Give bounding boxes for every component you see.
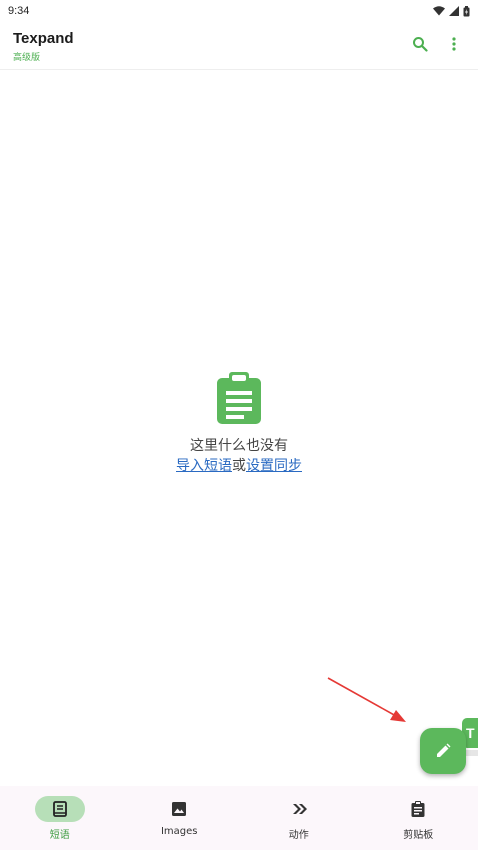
nav-icon-indicator [34, 796, 85, 822]
status-icons [433, 5, 470, 17]
signal-icon [449, 6, 459, 16]
pencil-icon [437, 743, 451, 757]
nav-item-clipboard[interactable]: 剪贴板 [359, 786, 478, 850]
app-subtitle: 高级版 [13, 53, 41, 63]
add-phrase-fab[interactable] [420, 728, 466, 774]
empty-actions: 导入短语或设置同步 [0, 456, 478, 476]
nav-label-clipboard: 剪贴板 [403, 830, 434, 841]
image-icon [172, 802, 187, 816]
nav-icon-wrap [274, 796, 324, 822]
search-icon [413, 37, 428, 52]
wifi-icon [433, 6, 445, 16]
import-phrases-link[interactable]: 导入短语 [176, 458, 232, 474]
book-icon [52, 801, 67, 817]
empty-separator: 或 [232, 458, 246, 474]
battery-icon [463, 5, 470, 16]
nav-label-actions: 动作 [288, 830, 309, 841]
empty-message: 这里什么也没有 [190, 438, 288, 454]
nav-icon-wrap [393, 796, 443, 822]
nav-item-actions[interactable]: 动作 [239, 786, 359, 850]
app-bar: Texpand 高级版 [0, 22, 478, 70]
more-options-button[interactable] [444, 34, 464, 54]
nav-item-phrases[interactable]: 短语 [0, 786, 120, 850]
status-bar: 9:34 [0, 0, 478, 22]
red-arrow-annotation [327, 677, 406, 722]
status-time: 9:34 [8, 5, 30, 17]
double-chevron-icon [292, 804, 307, 814]
clipboard-text-icon [217, 372, 261, 424]
bottom-nav: 短语 Images 动作 剪贴板 [0, 786, 478, 850]
clipboard-icon [411, 801, 425, 817]
nav-label-images: Images [160, 826, 198, 837]
empty-state: 这里什么也没有 导入短语或设置同步 [0, 372, 478, 476]
setup-sync-link[interactable]: 设置同步 [246, 458, 302, 474]
app-title: Texpand [13, 30, 74, 47]
nav-item-images[interactable]: Images [120, 786, 240, 850]
floating-tag-letter: T [466, 725, 475, 741]
screen: 9:34 Texpand 高级版 这里什么也没有 导入短语或设置同步 T 短语 … [0, 0, 478, 850]
search-button[interactable] [410, 34, 430, 54]
nav-label-phrases: 短语 [49, 830, 70, 841]
more-vert-icon [452, 37, 456, 51]
nav-icon-wrap [154, 796, 204, 822]
